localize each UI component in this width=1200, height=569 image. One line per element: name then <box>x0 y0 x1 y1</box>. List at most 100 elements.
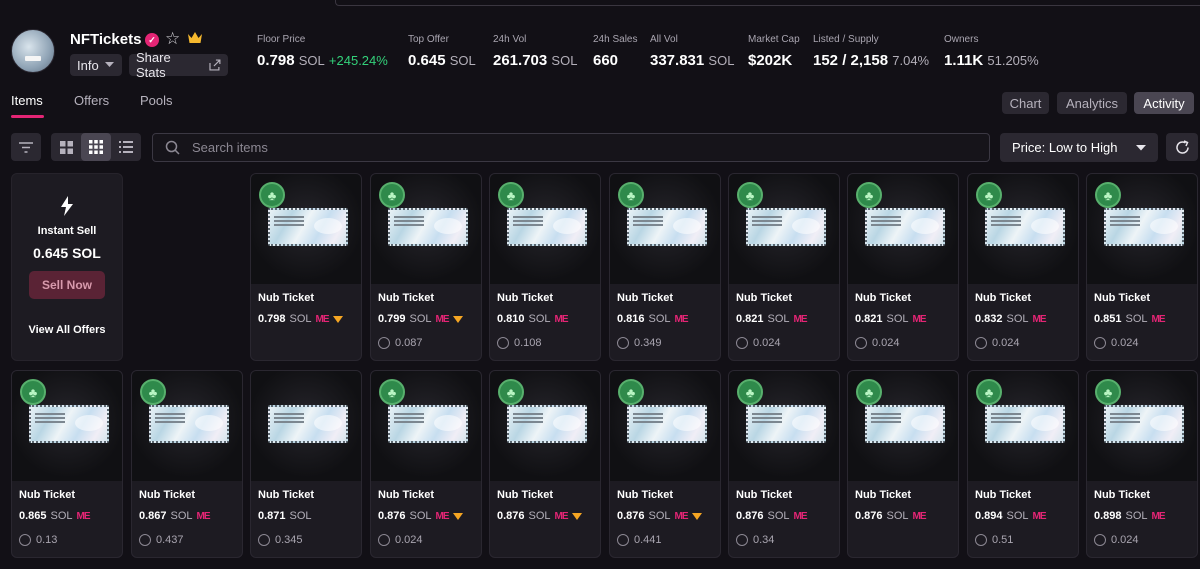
refresh-icon <box>1175 139 1189 154</box>
tab-offers[interactable]: Offers <box>74 93 109 108</box>
search-placeholder: Search items <box>192 140 268 155</box>
share-stats-button[interactable]: Share Stats <box>129 50 228 80</box>
nft-item-image: ♣ <box>251 174 361 284</box>
stat-change: +245.24% <box>328 53 388 68</box>
nft-item-card[interactable]: ♣ Nub Ticket 0.816 SOL ME 0.349 <box>609 173 721 361</box>
nft-item-card[interactable]: ♣ Nub Ticket 0.867 SOL ME 0.437 <box>131 370 243 558</box>
nft-item-price: 0.832 SOL ME <box>975 313 1047 325</box>
ticket-artwork <box>627 208 707 246</box>
refresh-button[interactable] <box>1166 133 1198 161</box>
stat-listed-supply: Listed / Supply 152 / 2,158 7.04% <box>813 34 929 69</box>
magic-eden-icon: ME <box>912 510 927 522</box>
search-input[interactable]: Search items <box>152 133 990 162</box>
price-unit: SOL <box>50 510 73 522</box>
clover-badge-icon: ♣ <box>259 182 285 208</box>
ticket-artwork <box>507 405 587 443</box>
nft-item-card[interactable]: ♣ Nub Ticket 0.898 SOL ME 0.024 <box>1086 370 1198 558</box>
price-value: 0.876 <box>497 510 525 522</box>
grid-small-view-button[interactable] <box>81 133 111 161</box>
nft-item-card[interactable]: ♣ Nub Ticket 0.894 SOL ME 0.51 <box>967 370 1079 558</box>
price-unit: SOL <box>1006 313 1029 325</box>
info-dropdown-button[interactable]: Info <box>70 54 122 76</box>
ticket-artwork <box>627 405 707 443</box>
stat-label: Listed / Supply <box>813 34 879 45</box>
stat-owners: Owners 1.11K 51.205% <box>944 34 1039 69</box>
nft-item-card[interactable]: ♣ Nub Ticket 0.876 SOL ME <box>489 370 601 558</box>
nft-item-card[interactable]: ♣ Nub Ticket 0.876 SOL ME <box>847 370 959 558</box>
favorite-star-icon[interactable]: ☆ <box>165 29 180 49</box>
offer-icon <box>378 337 390 349</box>
grid-small-icon <box>89 140 103 154</box>
nft-item-card[interactable]: ♣ Nub Ticket 0.851 SOL ME 0.024 <box>1086 173 1198 361</box>
nft-item-offer: 0.349 <box>617 337 662 349</box>
price-value: 0.867 <box>139 510 167 522</box>
nft-item-card[interactable]: ♣ Nub Ticket 0.810 SOL ME 0.108 <box>489 173 601 361</box>
nft-item-card[interactable]: ♣ Nub Ticket 0.821 SOL ME 0.024 <box>847 173 959 361</box>
offer-value: 0.345 <box>275 534 303 546</box>
magic-eden-icon: ME <box>315 313 330 325</box>
offer-value: 0.024 <box>872 337 900 349</box>
price-drop-icon <box>691 512 702 520</box>
nft-item-name: Nub Ticket <box>497 292 554 304</box>
nft-item-price: 0.821 SOL ME <box>855 313 927 325</box>
ticket-artwork <box>865 208 945 246</box>
offer-icon <box>1094 534 1106 546</box>
ticket-artwork <box>29 405 109 443</box>
list-view-button[interactable] <box>111 133 141 161</box>
nft-item-card[interactable]: Nub Ticket 0.871 SOL 0.345 <box>250 370 362 558</box>
clover-badge-icon: ♣ <box>1095 379 1121 405</box>
view-mode-toggle <box>51 133 141 161</box>
offer-icon <box>617 337 629 349</box>
offer-value: 0.108 <box>514 337 542 349</box>
nft-item-price: 0.876 SOL ME <box>736 510 808 522</box>
nft-item-image: ♣ <box>848 371 958 481</box>
offer-icon <box>736 337 748 349</box>
nft-item-name: Nub Ticket <box>497 489 554 501</box>
ticket-artwork <box>388 208 468 246</box>
nft-item-image: ♣ <box>490 174 600 284</box>
offer-value: 0.437 <box>156 534 184 546</box>
nft-item-price: 0.865 SOL ME <box>19 510 91 522</box>
verified-icon: ✓ <box>145 33 159 47</box>
nft-item-price: 0.894 SOL ME <box>975 510 1047 522</box>
nft-item-card[interactable]: ♣ Nub Ticket 0.876 SOL ME 0.024 <box>370 370 482 558</box>
ticket-artwork <box>507 208 587 246</box>
tab-items[interactable]: Items <box>11 93 43 108</box>
nft-item-card[interactable]: ♣ Nub Ticket 0.876 SOL ME 0.441 <box>609 370 721 558</box>
price-unit: SOL <box>409 313 432 325</box>
price-unit: SOL <box>767 510 790 522</box>
nft-item-card[interactable]: ♣ Nub Ticket 0.798 SOL ME <box>250 173 362 361</box>
magic-eden-icon: ME <box>674 313 689 325</box>
nft-item-price: 0.898 SOL ME <box>1094 510 1166 522</box>
stat-label: Floor Price <box>257 34 306 45</box>
info-label: Info <box>77 57 99 73</box>
magic-eden-icon: ME <box>196 510 211 522</box>
nft-item-card[interactable]: ♣ Nub Ticket 0.799 SOL ME 0.087 <box>370 173 482 361</box>
price-unit: SOL <box>409 510 432 522</box>
nft-item-offer: 0.345 <box>258 534 303 546</box>
stat-label: All Vol <box>650 34 678 45</box>
nft-item-name: Nub Ticket <box>258 292 315 304</box>
view-all-offers-link[interactable]: View All Offers <box>12 324 122 336</box>
sell-now-button[interactable]: Sell Now <box>29 271 105 299</box>
nft-item-card[interactable]: ♣ Nub Ticket 0.821 SOL ME 0.024 <box>728 173 840 361</box>
nft-item-card[interactable]: ♣ Nub Ticket 0.832 SOL ME 0.024 <box>967 173 1079 361</box>
tab-pools[interactable]: Pools <box>140 93 173 108</box>
filter-button[interactable] <box>11 133 41 161</box>
tab-chart[interactable]: Chart <box>1002 92 1049 114</box>
collection-header: NFTickets ✓ ☆ Info Share Stats Floor Pri… <box>0 0 1200 90</box>
nft-item-card[interactable]: ♣ Nub Ticket 0.876 SOL ME 0.34 <box>728 370 840 558</box>
magic-eden-icon: ME <box>674 510 689 522</box>
magic-eden-icon: ME <box>793 510 808 522</box>
nft-item-card[interactable]: ♣ Nub Ticket 0.865 SOL ME 0.13 <box>11 370 123 558</box>
nft-item-image: ♣ <box>729 174 839 284</box>
stat-24h-sales: 24h Sales 660 <box>593 34 637 69</box>
sort-dropdown[interactable]: Price: Low to High <box>1000 133 1158 162</box>
tab-activity[interactable]: Activity <box>1134 92 1194 114</box>
tab-analytics[interactable]: Analytics <box>1057 92 1127 114</box>
nft-item-price: 0.867 SOL ME <box>139 510 211 522</box>
clover-badge-icon: ♣ <box>976 379 1002 405</box>
nft-item-image: ♣ <box>371 371 481 481</box>
grid-large-view-button[interactable] <box>51 133 81 161</box>
stat-percent: 7.04% <box>892 53 930 68</box>
